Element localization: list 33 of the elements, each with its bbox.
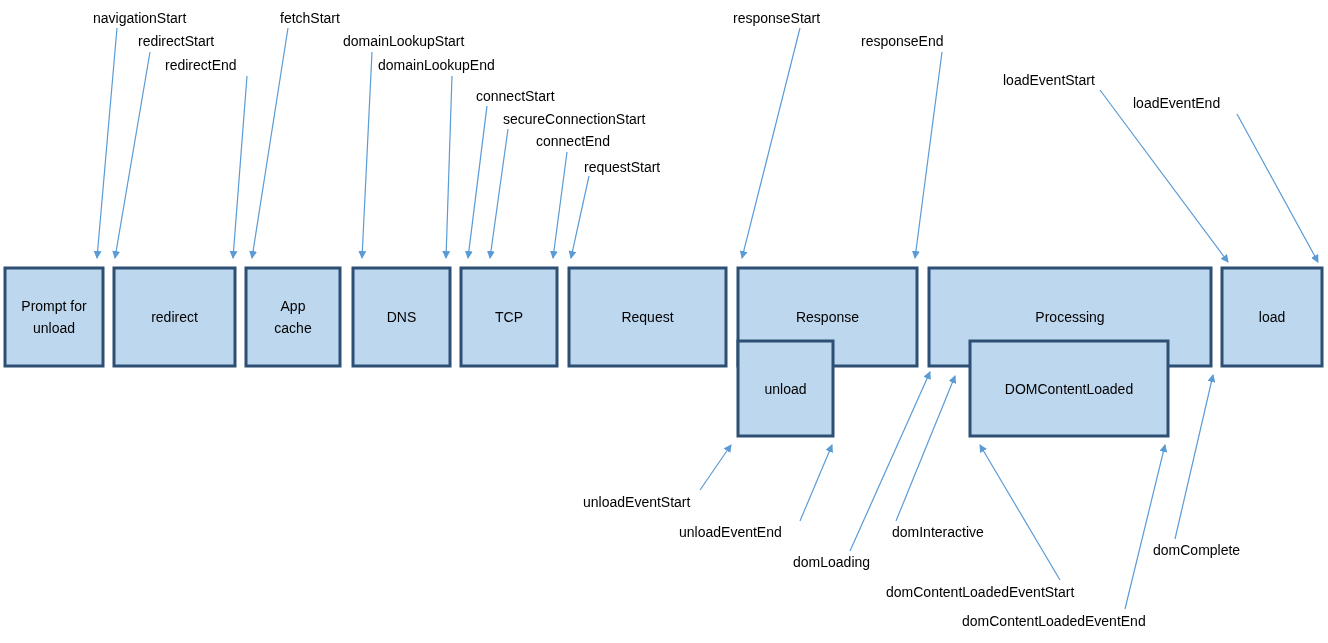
event-label: domComplete xyxy=(1153,542,1241,558)
event-label: redirectEnd xyxy=(165,57,237,73)
phase-label: redirect xyxy=(151,309,198,325)
event-label: domLoading xyxy=(793,554,871,570)
event-label: fetchStart xyxy=(280,10,340,26)
event-label: requestStart xyxy=(584,159,661,175)
event-label: loadEventEnd xyxy=(1133,95,1221,111)
phase-label: Processing xyxy=(1035,309,1105,325)
event-label: navigationStart xyxy=(93,10,187,26)
phase-label: DNS xyxy=(386,309,417,325)
event-label: redirectStart xyxy=(138,33,215,49)
phase-label: TCP xyxy=(495,309,523,325)
phase-label: Prompt for unload xyxy=(21,298,87,336)
event-label: domContentLoadedEventStart xyxy=(886,584,1075,600)
event-label: connectEnd xyxy=(536,133,610,149)
phase-label: load xyxy=(1258,309,1286,325)
event-label: secureConnectionStart xyxy=(503,111,646,127)
phase-label: Response xyxy=(796,309,859,325)
phase-label: DOMContentLoaded xyxy=(1004,380,1134,397)
event-label: connectStart xyxy=(476,88,555,104)
arrow xyxy=(699,444,732,491)
event-label: unloadEventEnd xyxy=(679,524,782,540)
phase-label: App cache xyxy=(274,298,312,336)
phase-label: unload xyxy=(764,380,807,397)
event-label: domContentLoadedEventEnd xyxy=(962,613,1146,629)
event-label: unloadEventStart xyxy=(583,494,691,510)
event-label: domainLookupStart xyxy=(343,33,465,49)
event-label: responseStart xyxy=(733,10,821,26)
event-label: domainLookupEnd xyxy=(378,57,495,73)
event-label: domInteractive xyxy=(892,524,984,540)
event-label: loadEventStart xyxy=(1003,72,1095,88)
event-label: responseEnd xyxy=(861,33,944,49)
phase-label: Request xyxy=(621,309,674,325)
